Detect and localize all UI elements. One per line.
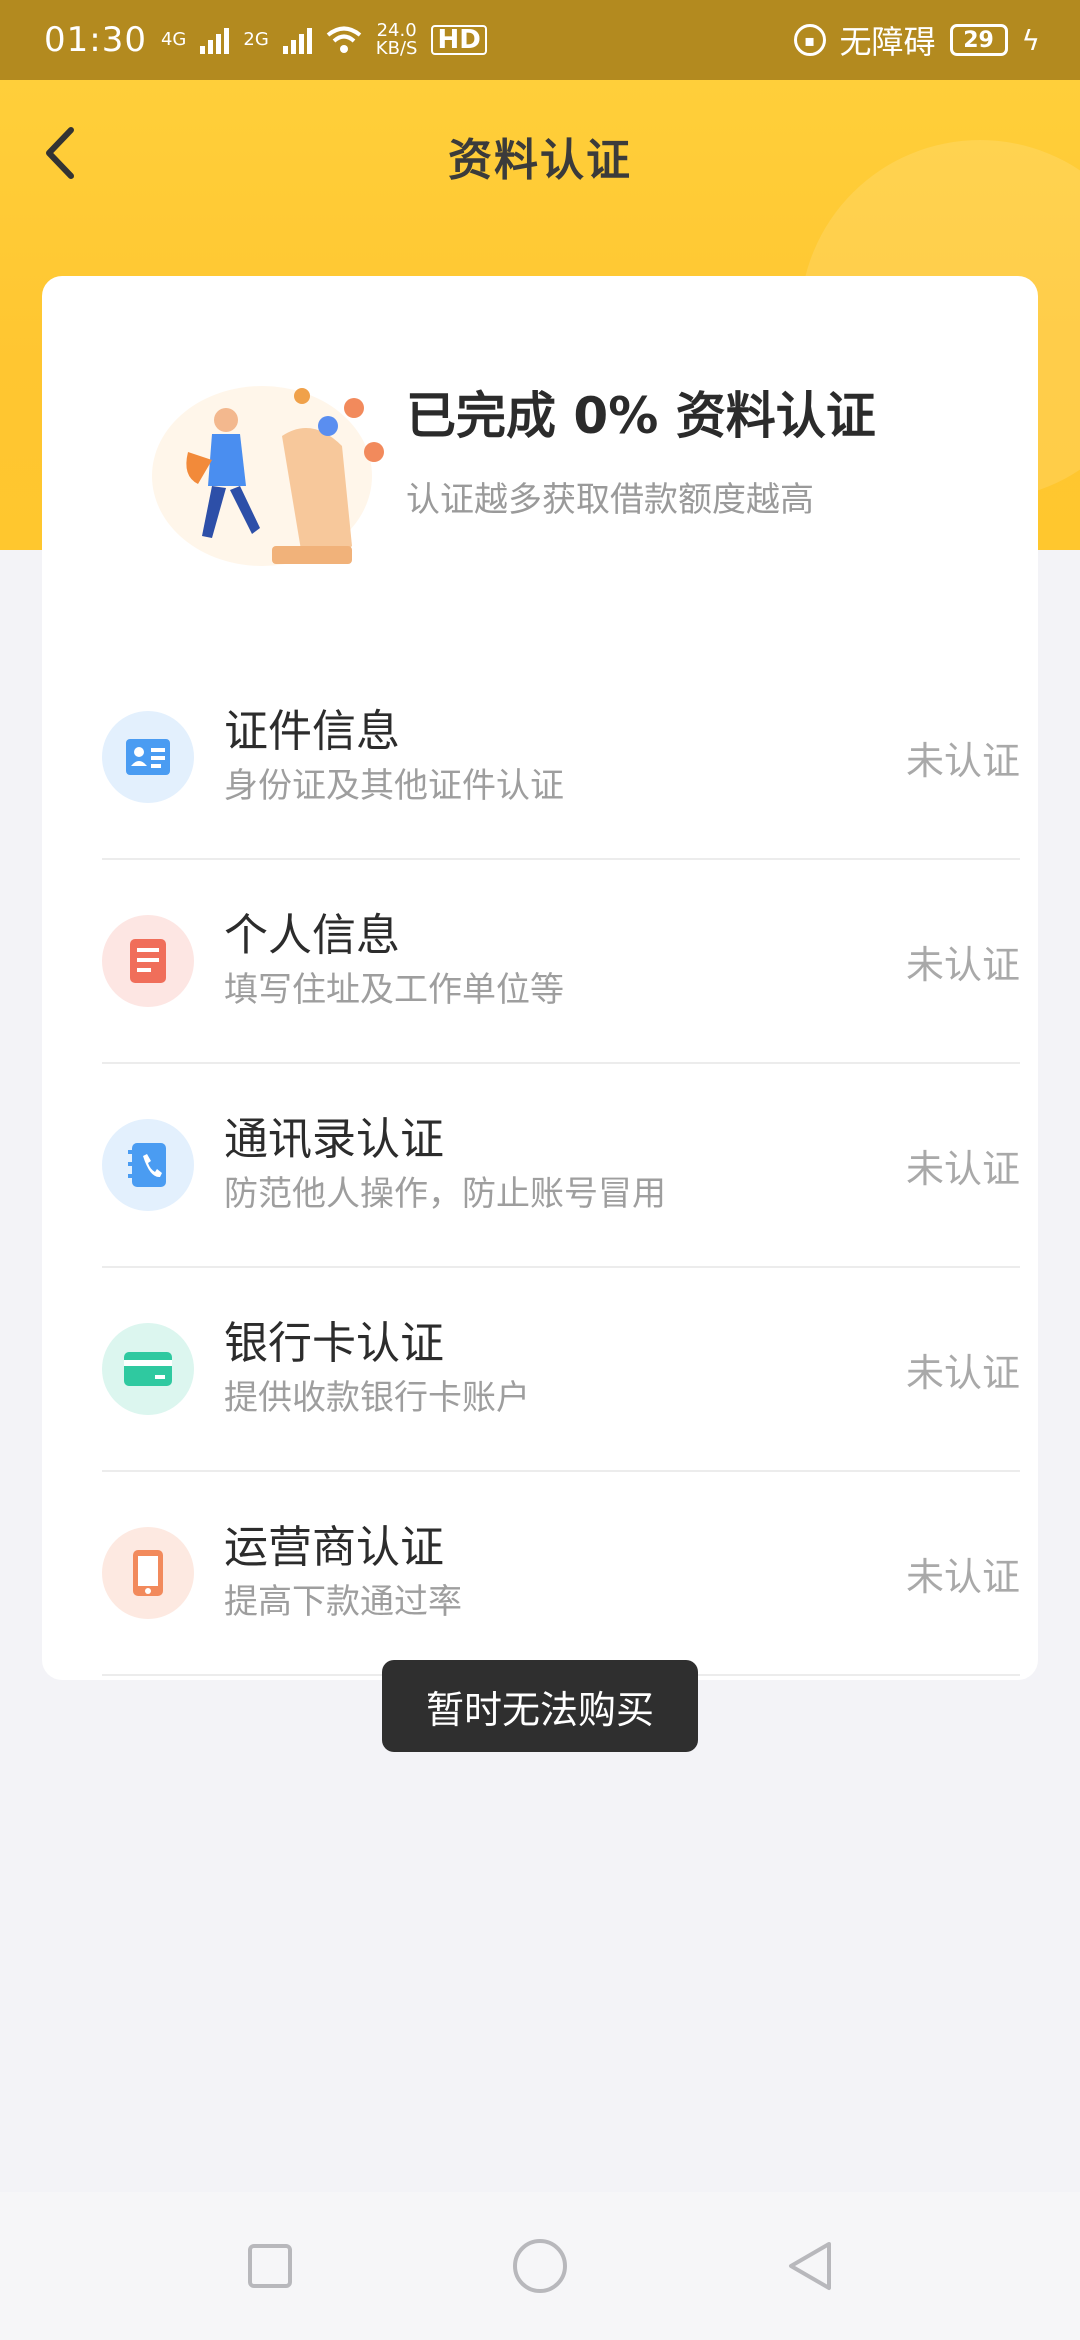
network-speed-unit: KB/S xyxy=(375,38,418,59)
completion-title: 已完成 0% 资料认证 xyxy=(406,387,876,445)
status-label: 未认证 xyxy=(905,1146,1020,1191)
network-4g-label: 4G xyxy=(160,29,187,50)
list-item-subtitle: 身份证及其他证件认证 xyxy=(224,766,564,806)
document-icon xyxy=(102,915,194,1007)
system-nav-bar xyxy=(0,2192,1080,2340)
status-right: ▪ 无障碍 29 ϟ xyxy=(793,17,1040,63)
status-label: 未认证 xyxy=(905,1554,1020,1599)
list-item-personal-info[interactable]: 个人信息 填写住址及工作单位等 未认证 xyxy=(102,860,1020,1064)
list-item-carrier[interactable]: 运营商认证 提高下款通过率 未认证 xyxy=(102,1472,1020,1676)
back-nav-button[interactable] xyxy=(775,2231,845,2301)
home-button[interactable] xyxy=(505,2231,575,2301)
list-item-subtitle: 填写住址及工作单位等 xyxy=(224,970,564,1010)
lock-icon: ▪ xyxy=(793,24,826,56)
list-item-text: 个人信息 填写住址及工作单位等 xyxy=(224,908,564,1014)
status-label: 未认证 xyxy=(905,1350,1020,1395)
battery-level: 29 xyxy=(963,27,994,53)
list-item-title: 证件信息 xyxy=(224,706,400,757)
list-item-text: 运营商认证 提高下款通过率 xyxy=(224,1520,462,1626)
verification-card: 已完成 0% 资料认证 认证越多获取借款额度越高 证件信息 身份证及其他证件认证… xyxy=(42,276,1038,1680)
list-item-contacts[interactable]: 通讯录认证 防范他人操作，防止账号冒用 未认证 xyxy=(102,1064,1020,1268)
list-item-subtitle: 提高下款通过率 xyxy=(224,1582,462,1622)
battery-icon: 29 xyxy=(949,24,1008,56)
list-item-id-info[interactable]: 证件信息 身份证及其他证件认证 未认证 xyxy=(102,656,1020,860)
status-label: 未认证 xyxy=(905,942,1020,987)
status-bar: 01:30 4G 2G 24.0 KB/S HD ▪ 无障碍 29 ϟ xyxy=(0,0,1080,80)
signal-icon xyxy=(200,26,230,54)
triangle-back-icon xyxy=(789,2242,831,2290)
network-speed: 24.0 KB/S xyxy=(376,22,418,58)
list-item-title: 运营商认证 xyxy=(224,1522,444,1573)
status-left: 01:30 4G 2G 24.0 KB/S HD xyxy=(44,20,487,60)
wifi-icon xyxy=(326,26,362,53)
list-item-text: 通讯录认证 防范他人操作，防止账号冒用 xyxy=(224,1112,666,1218)
accessibility-label: 无障碍 xyxy=(839,23,936,61)
recent-apps-button[interactable] xyxy=(235,2231,305,2301)
list-item-bank-card[interactable]: 银行卡认证 提供收款银行卡账户 未认证 xyxy=(102,1268,1020,1472)
signal-icon-2 xyxy=(282,26,312,54)
toast-message: 暂时无法购买 xyxy=(382,1660,698,1752)
verification-list: 证件信息 身份证及其他证件认证 未认证 个人信息 填写住址及工作单位等 未认证 … xyxy=(102,656,1020,1676)
bank-card-icon xyxy=(102,1323,194,1415)
square-icon xyxy=(248,2244,292,2288)
completion-subtitle: 认证越多获取借款额度越高 xyxy=(406,480,814,520)
list-item-text: 银行卡认证 提供收款银行卡账户 xyxy=(224,1316,530,1422)
network-2g-label: 2G xyxy=(243,29,269,50)
verification-illustration xyxy=(152,386,384,566)
list-item-text: 证件信息 身份证及其他证件认证 xyxy=(224,704,564,810)
list-item-subtitle: 防范他人操作，防止账号冒用 xyxy=(224,1174,666,1214)
contacts-phone-icon xyxy=(102,1119,194,1211)
id-card-icon xyxy=(102,711,194,803)
status-time: 01:30 xyxy=(44,20,147,60)
list-item-title: 通讯录认证 xyxy=(224,1114,444,1165)
hd-icon: HD xyxy=(431,25,487,55)
page-title: 资料认证 xyxy=(448,135,632,186)
list-item-title: 银行卡认证 xyxy=(224,1318,444,1369)
list-item-title: 个人信息 xyxy=(224,910,400,961)
charging-icon: ϟ xyxy=(1021,23,1040,57)
circle-icon xyxy=(513,2239,567,2293)
status-label: 未认证 xyxy=(905,738,1020,783)
list-item-subtitle: 提供收款银行卡账户 xyxy=(224,1378,530,1418)
mobile-phone-icon xyxy=(102,1527,194,1619)
